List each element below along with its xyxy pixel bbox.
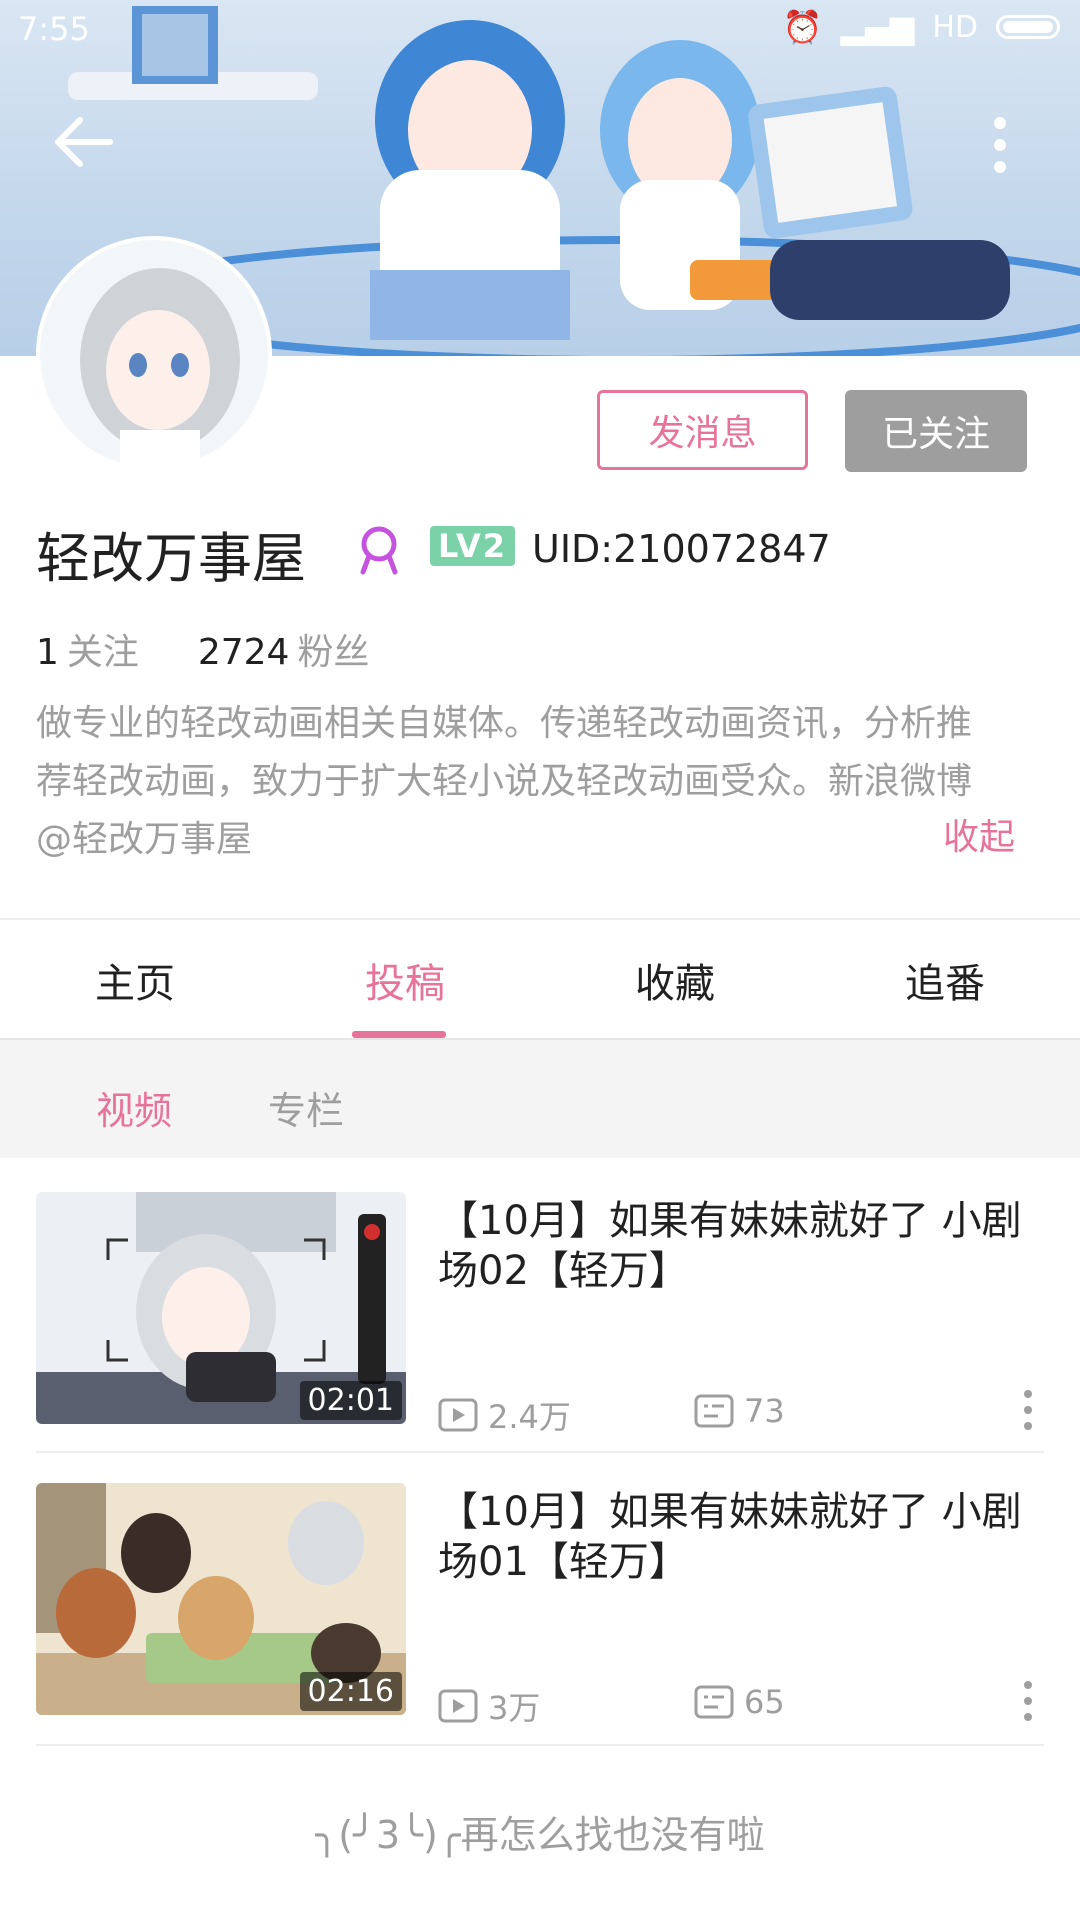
signal-icon: ▂▄▆ xyxy=(840,8,915,46)
back-arrow-icon[interactable] xyxy=(50,112,120,172)
divider xyxy=(36,1451,1044,1453)
bio-line: 荐轻改动画，致力于扩大轻小说及轻改动画受众。新浪微博 xyxy=(36,761,973,802)
subtabs: 视频 专栏 xyxy=(0,1040,1080,1158)
following-stat[interactable]: 1 关注 xyxy=(36,632,139,673)
play-count-icon xyxy=(438,1398,478,1432)
video-title[interactable]: 【10月】如果有妹妹就好了 小剧 场02【轻万】 xyxy=(438,1196,1038,1296)
divider xyxy=(36,1744,1044,1746)
status-bar: 7:55 ⏰ ▂▄▆ HD xyxy=(0,0,1080,60)
end-of-list-note: ╮(╯3╰)╭再怎么找也没有啦 xyxy=(315,1813,765,1857)
collapse-bio-link[interactable]: 收起 xyxy=(943,808,1015,860)
video-item[interactable]: 02:16 【10月】如果有妹妹就好了 小剧 场01【轻万】 3万 65 xyxy=(36,1483,1044,1727)
network-label: HD xyxy=(932,9,978,45)
video-title[interactable]: 【10月】如果有妹妹就好了 小剧 场01【轻万】 xyxy=(438,1487,1038,1587)
tab-bangumi[interactable]: 追番 xyxy=(810,920,1080,1040)
profile-name: 轻改万事屋 xyxy=(36,527,306,590)
more-vert-icon[interactable] xyxy=(1018,1679,1038,1723)
tab-uploads[interactable]: 投稿 xyxy=(270,920,540,1040)
video-duration: 02:01 xyxy=(299,1381,402,1420)
danmaku-icon xyxy=(694,1394,734,1428)
status-time: 7:55 xyxy=(18,10,90,48)
uid-label: UID:210072847 xyxy=(532,527,831,571)
fans-stat[interactable]: 2724 粉丝 xyxy=(198,632,370,673)
alarm-icon: ⏰ xyxy=(782,8,823,46)
profile-stats: 1 关注 2724 粉丝 xyxy=(36,623,369,675)
video-danmaku: 73 xyxy=(694,1392,785,1430)
more-vert-icon[interactable] xyxy=(985,115,1015,175)
official-badge-icon xyxy=(355,524,403,576)
danmaku-icon xyxy=(694,1685,734,1719)
tab-favorites[interactable]: 收藏 xyxy=(540,920,810,1040)
subtab-column[interactable]: 专栏 xyxy=(268,1080,344,1135)
level-badge: LV2 xyxy=(430,526,516,566)
followed-button[interactable]: 已关注 xyxy=(845,390,1027,472)
avatar[interactable] xyxy=(36,236,272,472)
bio-line: 做专业的轻改动画相关自媒体。传递轻改动画资讯，分析推 xyxy=(36,703,973,744)
battery-icon xyxy=(996,15,1060,39)
video-item[interactable]: 02:01 【10月】如果有妹妹就好了 小剧 场02【轻万】 2.4万 73 xyxy=(36,1192,1044,1436)
video-views: 3万 xyxy=(438,1683,540,1729)
more-vert-icon[interactable] xyxy=(1018,1388,1038,1432)
video-views: 2.4万 xyxy=(438,1392,571,1438)
play-count-icon xyxy=(438,1689,478,1723)
video-danmaku: 65 xyxy=(694,1683,785,1721)
video-thumbnail[interactable]: 02:01 xyxy=(36,1192,406,1424)
profile-tabs: 主页 投稿 收藏 追番 xyxy=(0,920,1080,1040)
profile-bio: 做专业的轻改动画相关自媒体。传递轻改动画资讯，分析推 荐轻改动画，致力于扩大轻小… xyxy=(36,695,1021,869)
send-message-button[interactable]: 发消息 xyxy=(597,390,808,470)
video-duration: 02:16 xyxy=(299,1672,402,1711)
subtab-video[interactable]: 视频 xyxy=(96,1080,172,1135)
active-tab-indicator xyxy=(352,1031,446,1038)
tab-home[interactable]: 主页 xyxy=(0,920,270,1040)
bio-line: @轻改万事屋 xyxy=(36,819,253,860)
video-thumbnail[interactable]: 02:16 xyxy=(36,1483,406,1715)
